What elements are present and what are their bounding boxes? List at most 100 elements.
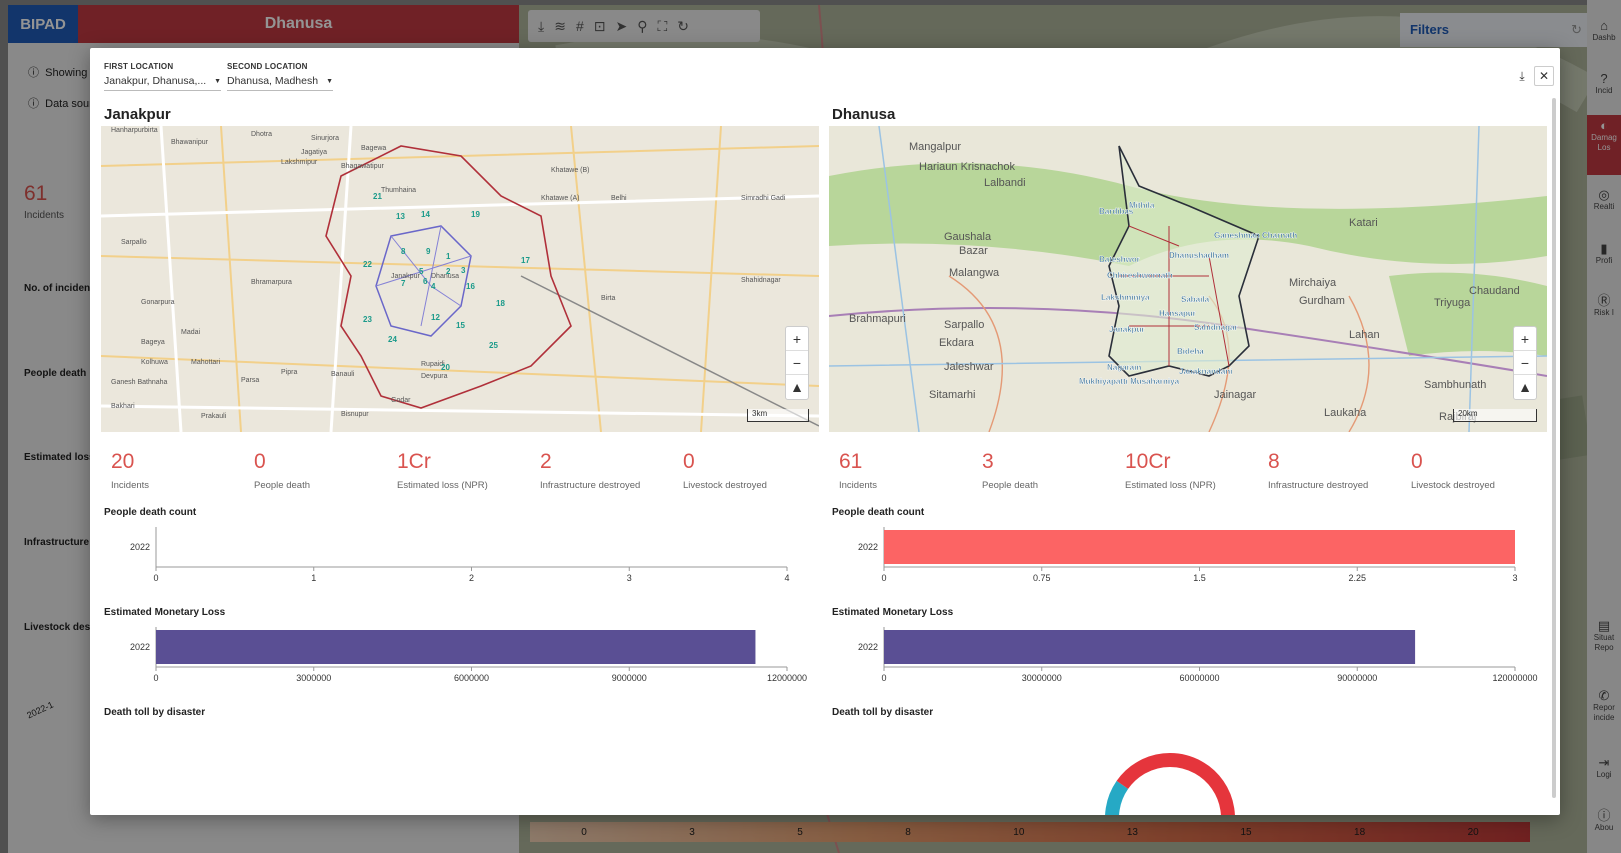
kpi-value: 0	[1411, 450, 1423, 473]
first-location-map[interactable]: Hanharpurbirta Bhawanipur Dhotra Sinurjora B…	[101, 126, 819, 432]
map-ward-label: 25	[489, 341, 498, 350]
map-municipality-label: Sabaila	[1181, 295, 1210, 304]
first-location-value: Janakpur, Dhanusa,...	[104, 75, 207, 87]
map-place-label: Parsa	[241, 377, 259, 384]
x-tick-label: 1.5	[1193, 573, 1206, 583]
map-ward-label: 14	[421, 210, 430, 219]
map-place-label: Banauli	[331, 371, 355, 378]
map-municipality-label: Bardibas	[1099, 207, 1134, 216]
map-place-label: Bhawanipur	[171, 139, 209, 146]
x-tick-label: 120000000	[1492, 673, 1537, 683]
map-ward-label: 18	[496, 299, 505, 308]
map-municipality-label: Bideha	[1177, 347, 1204, 356]
second-location-value: Dhanusa, Madhesh	[227, 75, 319, 87]
death-toll-donut	[1105, 753, 1235, 815]
map-ward-label: 9	[426, 247, 431, 256]
second-location-select[interactable]: SECOND LOCATION Dhanusa, Madhesh ▼	[227, 62, 333, 91]
bar[interactable]	[884, 630, 1416, 664]
x-tick-label: 60000000	[1179, 673, 1219, 683]
map-ward-label: 5	[419, 267, 424, 276]
map-place-label: Jainagar	[1214, 389, 1257, 401]
column-title: Dhanusa	[832, 106, 896, 123]
close-button[interactable]: ✕	[1534, 66, 1554, 86]
second-location-label: SECOND LOCATION	[227, 62, 308, 71]
kpi-label: Incidents	[839, 480, 878, 491]
y-tick-label: 2022	[130, 642, 150, 652]
kpi-infrastructure: 2 Infrastructure destroyed	[530, 450, 673, 491]
bar[interactable]	[156, 630, 756, 664]
kpi-incidents: 20 Incidents	[101, 450, 244, 491]
map-place-label: Sambhunath	[1424, 379, 1486, 391]
compass-icon[interactable]: ▲	[1514, 375, 1536, 399]
close-icon: ✕	[1538, 69, 1550, 83]
x-tick-label: 9000000	[612, 673, 647, 683]
map-place-label: Bhagawatipur	[341, 163, 384, 170]
map-ward-label: 6	[423, 277, 428, 286]
map-place-label: Gaushala	[944, 231, 992, 243]
chart-title-death-toll: Death toll by disaster	[832, 707, 934, 718]
map-place-label: Gonarpura	[141, 299, 175, 306]
map-place-label: Janakpur	[391, 273, 420, 280]
first-location-kpis: 20 Incidents 0 People death 1Cr Estimated l…	[101, 450, 819, 491]
map-ward-label: 8	[401, 247, 406, 256]
kpi-incidents: 61 Incidents	[829, 450, 972, 491]
map-place-label: Birta	[601, 295, 616, 302]
map-place-label: Mangalpur	[909, 141, 961, 153]
map-place-label: Sarpallo	[944, 319, 984, 331]
map-ward-label: 1	[446, 252, 451, 261]
donut-slice[interactable]	[1105, 780, 1156, 815]
kpi-label: People death	[982, 480, 1038, 491]
map-place-label: Lahan	[1349, 329, 1380, 341]
second-location-map[interactable]: Mangalpur Hariaun Krisnachok Lalbandi Gaush…	[829, 126, 1547, 432]
kpi-value: 3	[982, 450, 994, 473]
map-municipality-label: Bateshwor	[1099, 255, 1140, 264]
map-place-label: Shahidnagar	[741, 277, 781, 284]
map-place-label: Bhramarpura	[251, 279, 292, 286]
zoom-in-button[interactable]: +	[786, 327, 808, 351]
bar[interactable]	[884, 530, 1515, 564]
kpi-estimated-loss: 1Cr Estimated loss (NPR)	[387, 450, 530, 491]
download-icon[interactable]: ⤓	[1512, 66, 1532, 86]
map-ward-label: 12	[431, 313, 440, 322]
x-tick-label: 4	[784, 573, 789, 583]
map-municipality-label: Mukhiyapatti Musaharniya	[1079, 377, 1180, 386]
map-ward-label: 22	[363, 260, 372, 269]
x-tick-label: 0	[881, 573, 886, 583]
donut-slice[interactable]	[1116, 753, 1235, 815]
map-ward-label: 7	[401, 279, 406, 288]
map-zoom-controls: + − ▲	[1513, 326, 1537, 400]
kpi-value: 61	[839, 450, 863, 473]
map-place-label: Mirchaiya	[1289, 277, 1337, 289]
kpi-label: Incidents	[111, 480, 150, 491]
kpi-label: People death	[254, 480, 310, 491]
map-place-label: Triyuga	[1434, 297, 1471, 309]
x-tick-label: 2.25	[1348, 573, 1366, 583]
map-municipality-label: Dhanushadham	[1169, 251, 1229, 260]
zoom-in-button[interactable]: +	[1514, 327, 1536, 351]
map-municipality-label: Janaknandani	[1179, 367, 1232, 376]
kpi-value: 2	[540, 450, 552, 473]
map-ward-label: 3	[461, 266, 466, 275]
map-place-label: Sinurjora	[311, 135, 339, 142]
map-place-label: Bageya	[141, 339, 165, 346]
first-location-select[interactable]: FIRST LOCATION Janakpur, Dhanusa,... ▼	[104, 62, 222, 91]
map-place-label: Katari	[1349, 217, 1378, 229]
map-place-label: Malangwa	[949, 267, 1000, 279]
map-ward-label: 23	[363, 315, 372, 324]
kpi-value: 0	[254, 450, 266, 473]
map-place-label: Hanharpurbirta	[111, 127, 158, 134]
compass-icon[interactable]: ▲	[786, 375, 808, 399]
map-place-label: Khatawe (B)	[551, 167, 590, 174]
map-municipality-label: Chhireshwornath	[1107, 271, 1173, 280]
modal-scrollbar[interactable]	[1552, 98, 1556, 798]
map-place-label: Ekdara	[939, 337, 975, 349]
chart-title-loss: Estimated Monetary Loss	[832, 607, 954, 618]
x-tick-label: 0.75	[1033, 573, 1051, 583]
map-place-label: Lakshmipur	[281, 159, 318, 166]
chevron-down-icon: ▼	[326, 77, 333, 85]
map-place-label: Sarpallo	[121, 239, 147, 246]
map-place-label: Ganesh Bathnaha	[111, 379, 168, 386]
zoom-out-button[interactable]: −	[1514, 351, 1536, 375]
zoom-out-button[interactable]: −	[786, 351, 808, 375]
x-tick-label: 0	[153, 673, 158, 683]
